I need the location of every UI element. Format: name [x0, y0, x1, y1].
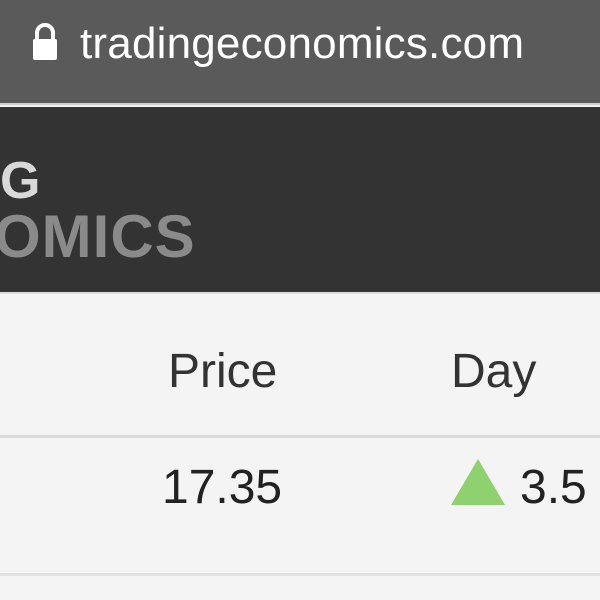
table-header-row: Price Day	[0, 294, 600, 438]
price-cell: 17.35	[162, 461, 283, 514]
site-header: G OMICS	[0, 107, 600, 292]
browser-url-bar[interactable]: tradingeconomics.com	[0, 0, 600, 105]
url-text[interactable]: tradingeconomics.com	[80, 14, 524, 74]
logo-text-line1[interactable]: G	[0, 155, 40, 207]
column-header-price[interactable]: Price	[168, 342, 277, 402]
lock-icon	[33, 23, 57, 60]
up-triangle-icon	[451, 459, 505, 505]
column-header-day[interactable]: Day	[451, 342, 536, 402]
day-change-cell: 3.5	[520, 461, 587, 514]
logo-text-line2[interactable]: OMICS	[0, 207, 196, 267]
price-table: Price Day 17.35 3.5	[0, 292, 600, 600]
table-row[interactable]: 17.35 3.5	[0, 438, 600, 576]
